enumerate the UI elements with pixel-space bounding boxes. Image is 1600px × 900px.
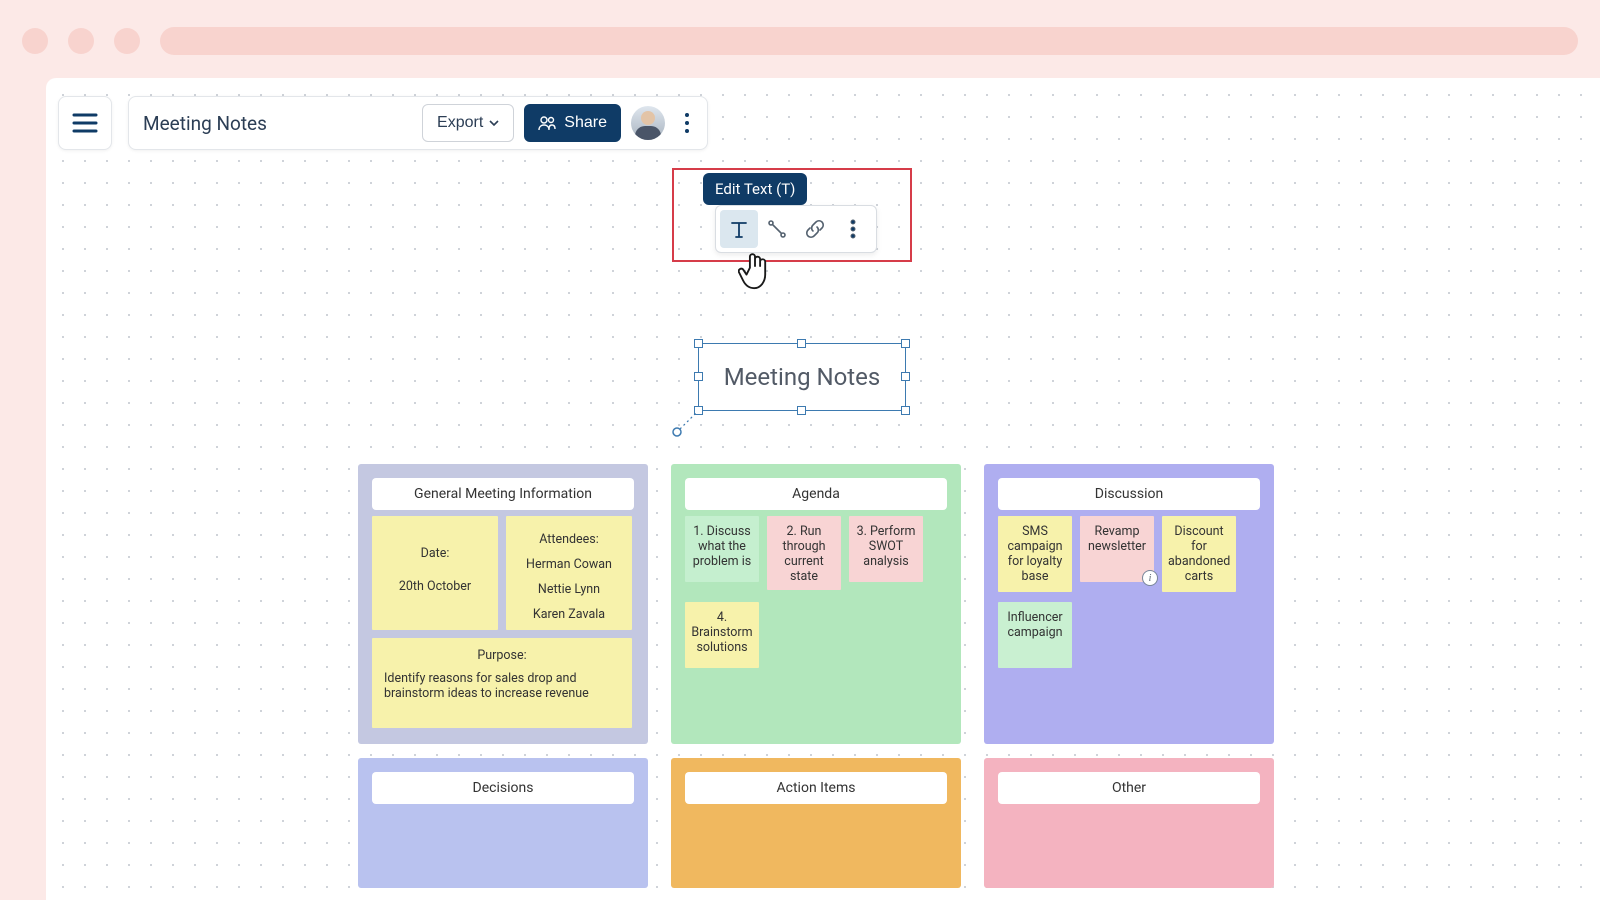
resize-handle[interactable] bbox=[797, 406, 806, 415]
info-icon[interactable]: i bbox=[1142, 570, 1158, 586]
document-title[interactable]: Meeting Notes bbox=[143, 112, 412, 135]
attendee-name: Herman Cowan bbox=[512, 557, 626, 572]
selected-text-node[interactable]: Meeting Notes bbox=[698, 343, 906, 411]
people-icon bbox=[538, 115, 556, 131]
main-menu-button[interactable] bbox=[58, 96, 112, 150]
edit-text-button[interactable] bbox=[720, 210, 758, 248]
hamburger-icon bbox=[72, 112, 98, 134]
panel-decisions[interactable]: Decisions bbox=[358, 758, 648, 888]
window-dot bbox=[114, 28, 140, 54]
attendees-label: Attendees: bbox=[512, 532, 626, 547]
chevron-down-icon bbox=[489, 120, 499, 127]
panel-title: Action Items bbox=[685, 772, 947, 804]
panel-title: General Meeting Information bbox=[372, 478, 634, 510]
selected-node-text: Meeting Notes bbox=[724, 363, 881, 391]
sticky-discussion-item[interactable]: Revamp newsletter i bbox=[1080, 516, 1154, 582]
panel-title: Other bbox=[998, 772, 1260, 804]
share-label: Share bbox=[564, 114, 607, 132]
panel-title: Agenda bbox=[685, 478, 947, 510]
resize-handle[interactable] bbox=[694, 339, 703, 348]
panel-agenda[interactable]: Agenda 1. Discuss what the problem is 2.… bbox=[671, 464, 961, 744]
link-icon bbox=[804, 218, 826, 240]
date-value: 20th October bbox=[378, 579, 492, 594]
attendee-name: Karen Zavala bbox=[512, 607, 626, 622]
resize-handle[interactable] bbox=[694, 372, 703, 381]
panel-title: Discussion bbox=[998, 478, 1260, 510]
panel-other[interactable]: Other bbox=[984, 758, 1274, 888]
hand-cursor-icon bbox=[738, 250, 772, 294]
sticky-agenda-item[interactable]: 1. Discuss what the problem is bbox=[685, 516, 759, 582]
sticky-purpose[interactable]: Purpose: Identify reasons for sales drop… bbox=[372, 638, 632, 728]
browser-chrome bbox=[22, 26, 1578, 56]
sticky-date[interactable]: Date: 20th October bbox=[372, 516, 498, 630]
panel-general-info[interactable]: General Meeting Information Date: 20th O… bbox=[358, 464, 648, 744]
sticky-text: Revamp newsletter bbox=[1088, 524, 1146, 554]
context-more-button[interactable] bbox=[834, 210, 872, 248]
resize-handle[interactable] bbox=[901, 406, 910, 415]
export-button[interactable]: Export bbox=[422, 104, 514, 142]
sticky-discussion-item[interactable]: Influencer campaign bbox=[998, 602, 1072, 668]
attendee-name: Nettie Lynn bbox=[512, 582, 626, 597]
panel-action-items[interactable]: Action Items bbox=[671, 758, 961, 888]
resize-handle[interactable] bbox=[901, 372, 910, 381]
sticky-discussion-item[interactable]: Discount for abandoned carts bbox=[1162, 516, 1236, 592]
resize-handle[interactable] bbox=[901, 339, 910, 348]
share-button[interactable]: Share bbox=[524, 104, 621, 142]
purpose-text: Identify reasons for sales drop and brai… bbox=[384, 671, 589, 701]
document-toolbar: Meeting Notes Export Share bbox=[128, 96, 708, 150]
sticky-agenda-item[interactable]: 4. Brainstorm solutions bbox=[685, 602, 759, 668]
panel-title: Decisions bbox=[372, 772, 634, 804]
connector-icon bbox=[766, 218, 788, 240]
date-label: Date: bbox=[378, 546, 492, 561]
canvas-workspace[interactable]: Meeting Notes Export Share Edit Text (T) bbox=[46, 78, 1600, 900]
connector-handle-icon[interactable] bbox=[671, 408, 701, 438]
sticky-agenda-item[interactable]: 3. Perform SWOT analysis bbox=[849, 516, 923, 582]
link-button[interactable] bbox=[796, 210, 834, 248]
edit-text-tooltip: Edit Text (T) bbox=[703, 173, 807, 205]
sticky-discussion-item[interactable]: SMS campaign for loyalty base bbox=[998, 516, 1072, 592]
sticky-agenda-item[interactable]: 2. Run through current state bbox=[767, 516, 841, 590]
window-dot bbox=[68, 28, 94, 54]
window-dot bbox=[22, 28, 48, 54]
text-icon bbox=[728, 218, 750, 240]
sticky-attendees[interactable]: Attendees: Herman Cowan Nettie Lynn Kare… bbox=[506, 516, 632, 630]
resize-handle[interactable] bbox=[797, 339, 806, 348]
panel-discussion[interactable]: Discussion SMS campaign for loyalty base… bbox=[984, 464, 1274, 744]
export-label: Export bbox=[437, 114, 483, 132]
context-toolbar bbox=[715, 205, 877, 253]
user-avatar[interactable] bbox=[631, 106, 665, 140]
connector-button[interactable] bbox=[758, 210, 796, 248]
dots-vertical-icon bbox=[850, 219, 856, 239]
purpose-label: Purpose: bbox=[384, 648, 620, 663]
more-menu-button[interactable] bbox=[675, 105, 699, 141]
url-bar[interactable] bbox=[160, 27, 1578, 55]
